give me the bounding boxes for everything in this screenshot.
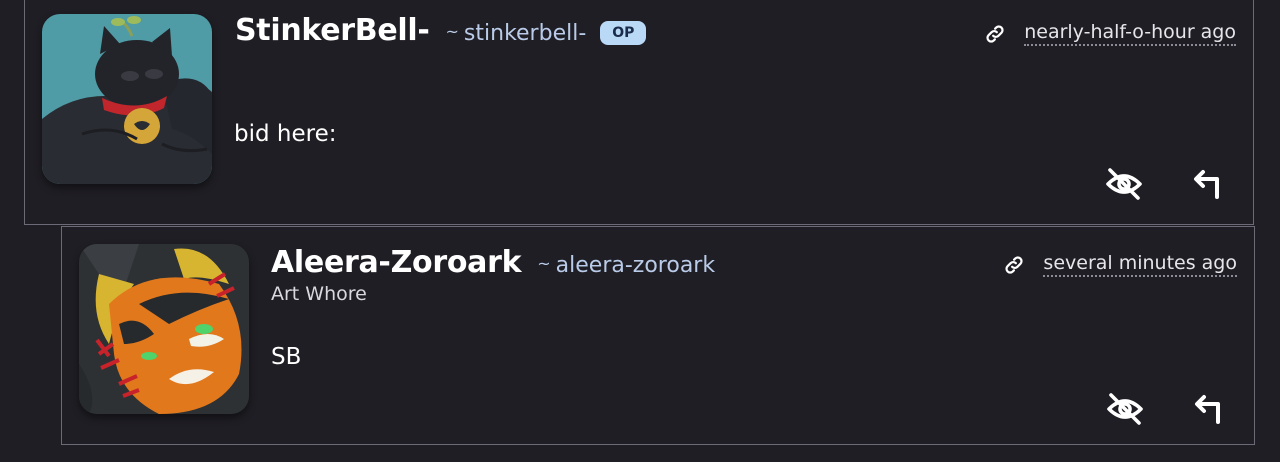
avatar[interactable] (79, 244, 249, 414)
link-icon[interactable] (984, 23, 1006, 45)
eye-slash-icon (1106, 168, 1142, 200)
reply-button[interactable] (1185, 387, 1229, 431)
black-cat-avatar (42, 14, 212, 184)
handle-prefix: ~ (537, 254, 551, 273)
comment-header: StinkerBell- ~ stinkerbell- OP (235, 13, 647, 48)
reply-button[interactable] (1184, 162, 1228, 206)
reply-arrow-icon (1194, 170, 1219, 199)
orange-fox-avatar (79, 244, 249, 414)
avatar[interactable] (42, 14, 212, 184)
comment-body: bid here: (234, 121, 337, 147)
user-handle[interactable]: ~ stinkerbell- (446, 21, 587, 46)
comment-body: SB (271, 344, 302, 370)
comment: StinkerBell- ~ stinkerbell- OP nearly-hal… (24, 0, 1254, 225)
comment-meta: nearly-half-o-hour ago (984, 21, 1236, 46)
comment-meta: several minutes ago (1003, 252, 1237, 277)
link-icon[interactable] (1003, 254, 1025, 276)
handle-text: stinkerbell- (463, 21, 587, 46)
timestamp[interactable]: several minutes ago (1043, 252, 1237, 277)
user-title: Art Whore (271, 283, 367, 305)
handle-prefix: ~ (445, 22, 459, 41)
comment-actions (1103, 387, 1229, 431)
eye-slash-icon (1107, 393, 1143, 425)
reply-arrow-icon (1195, 395, 1220, 424)
hide-button[interactable] (1103, 387, 1147, 431)
hide-button[interactable] (1102, 162, 1146, 206)
timestamp[interactable]: nearly-half-o-hour ago (1024, 21, 1236, 46)
comment-actions (1102, 162, 1228, 206)
display-name[interactable]: Aleera-Zoroark (271, 245, 522, 280)
display-name[interactable]: StinkerBell- (235, 13, 430, 48)
user-handle[interactable]: ~ aleera-zoroark (537, 253, 715, 278)
comment-header: Aleera-Zoroark ~ aleera-zoroark (271, 245, 715, 280)
op-badge: OP (600, 21, 647, 45)
comment-thread: StinkerBell- ~ stinkerbell- OP nearly-hal… (0, 0, 1280, 462)
handle-text: aleera-zoroark (555, 253, 716, 278)
comment: Aleera-Zoroark ~ aleera-zoroark Art Whore… (61, 226, 1255, 445)
